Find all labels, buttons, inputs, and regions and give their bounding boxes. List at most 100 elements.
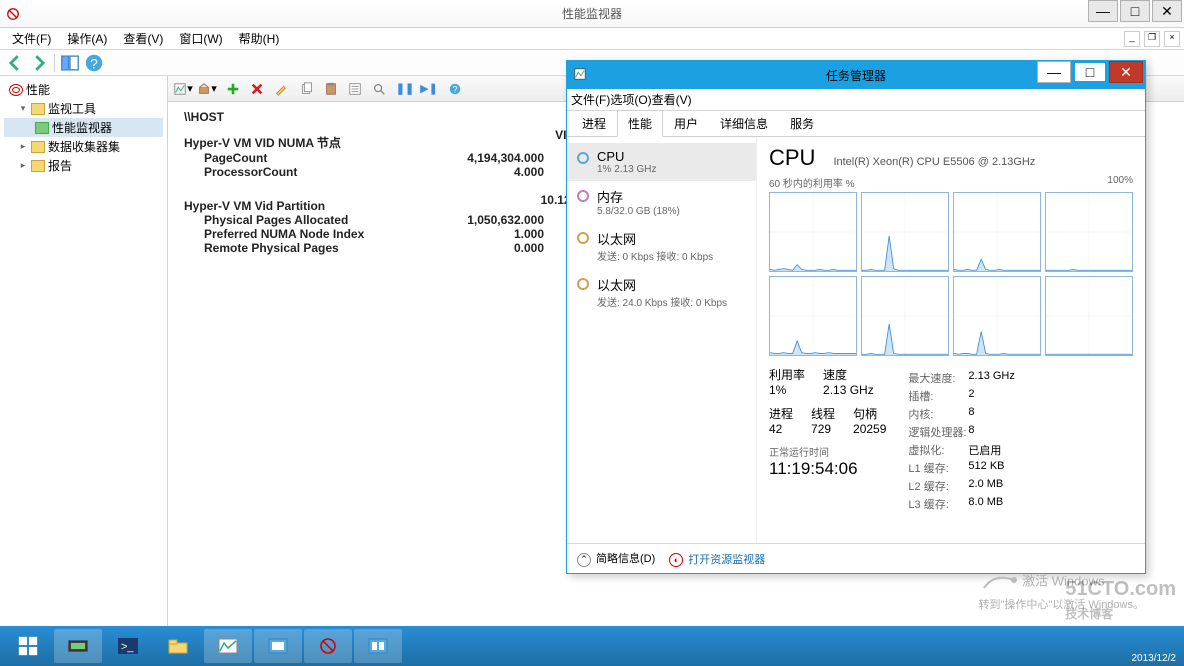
taskbar-clock[interactable]: 2013/12/2 [1132, 653, 1177, 664]
svg-text:?: ? [90, 56, 98, 71]
menu-file[interactable]: 文件(F) [4, 28, 59, 49]
tm-titlebar[interactable]: 任务管理器 — □ ✕ [567, 61, 1145, 89]
tab-services[interactable]: 服务 [779, 110, 825, 137]
cpu-chart-7[interactable] [1045, 276, 1133, 356]
chart-head-left: 60 秒内的利用率 % [769, 175, 855, 190]
add-counter-button[interactable] [222, 78, 244, 100]
mdi-minimize-icon[interactable]: _ [1124, 31, 1140, 47]
svg-text:>_: >_ [121, 641, 134, 653]
tab-processes[interactable]: 进程 [571, 110, 617, 137]
remotepages-value: 0.000 [424, 241, 544, 255]
group2-label: Hyper-V VM Vid Partition [184, 199, 325, 213]
tm-maximize-button[interactable]: □ [1073, 61, 1107, 83]
cpu-chart-2[interactable] [953, 192, 1041, 272]
taskbar-task-manager[interactable] [204, 629, 252, 663]
tree-monitor-tools[interactable]: ▾监视工具 [4, 99, 163, 118]
collapse-icon: ▾ [18, 103, 28, 114]
show-hide-tree-button[interactable] [59, 52, 81, 74]
highlight-button[interactable] [270, 78, 292, 100]
close-button[interactable]: ✕ [1152, 0, 1182, 22]
view-chart-button[interactable]: ▾ [172, 78, 194, 100]
menu-view[interactable]: 查看(V) [115, 28, 171, 49]
taskbar-server-manager[interactable] [54, 629, 102, 663]
update-button[interactable]: ▶❚ [418, 78, 440, 100]
main-title: 性能监视器 [562, 5, 622, 22]
tree-reports[interactable]: ▸报告 [4, 156, 163, 175]
expand-icon: ▸ [18, 160, 28, 171]
help-button[interactable]: ? [444, 78, 466, 100]
folder-icon [31, 160, 45, 172]
memory-ring-icon [577, 190, 589, 202]
taskbar-perfmon[interactable] [304, 629, 352, 663]
taskbar-powershell[interactable]: >_ [104, 629, 152, 663]
sidebar-item-cpu[interactable]: CPU1% 2.13 GHz [567, 143, 756, 181]
tree-root[interactable]: 性能 [4, 80, 163, 99]
threads-label: 线程 [811, 405, 835, 422]
menu-help[interactable]: 帮助(H) [231, 28, 288, 49]
copy-button[interactable] [296, 78, 318, 100]
properties-button[interactable] [344, 78, 366, 100]
cpu-chart-0[interactable] [769, 192, 857, 272]
group1-label: Hyper-V VM VID NUMA 节点 [184, 134, 341, 151]
counter-dropdown-button[interactable]: ▾ [196, 78, 218, 100]
monitor-icon [35, 122, 49, 134]
cpu-chart-3[interactable] [1045, 192, 1133, 272]
threads-value: 729 [811, 422, 835, 436]
tree-data-collectors[interactable]: ▸数据收集器集 [4, 137, 163, 156]
tab-details[interactable]: 详细信息 [709, 110, 779, 137]
app-icon [6, 7, 20, 21]
freeze-button[interactable]: ❚❚ [394, 78, 416, 100]
taskbar-mmc[interactable] [354, 629, 402, 663]
remove-counter-button[interactable] [246, 78, 268, 100]
mdi-restore-icon[interactable]: ❐ [1144, 31, 1160, 47]
tm-menu-view[interactable]: 查看(V) [652, 91, 692, 108]
cpu-charts-grid [769, 192, 1133, 356]
start-button[interactable] [4, 629, 52, 663]
tm-title: 任务管理器 [826, 67, 886, 84]
tm-menu-options[interactable]: 选项(O) [610, 91, 651, 108]
handles-value: 20259 [853, 422, 886, 436]
taskbar-explorer[interactable] [154, 629, 202, 663]
sidebar-item-ethernet-2[interactable]: 以太网发送: 24.0 Kbps 接收: 0 Kbps [567, 269, 756, 315]
mdi-close-icon[interactable]: × [1164, 31, 1180, 47]
tree-perf-monitor[interactable]: 性能监视器 [4, 118, 163, 137]
brief-toggle[interactable]: ⌃简略信息(D) [577, 550, 655, 567]
speed-label: 速度 [823, 366, 874, 383]
paste-button[interactable] [320, 78, 342, 100]
proc-value: 42 [769, 422, 793, 436]
maximize-button[interactable]: □ [1120, 0, 1150, 22]
taskbar-hyperv[interactable] [254, 629, 302, 663]
expand-icon: ▸ [18, 141, 28, 152]
proccount-label: ProcessorCount [184, 165, 424, 179]
svg-text:?: ? [453, 84, 458, 94]
menu-action[interactable]: 操作(A) [59, 28, 115, 49]
tm-menu-file[interactable]: 文件(F) [571, 91, 610, 108]
minimize-button[interactable]: — [1088, 0, 1118, 22]
pagecount-label: PageCount [184, 151, 424, 165]
ethernet-ring-icon [577, 278, 589, 290]
tm-close-button[interactable]: ✕ [1109, 61, 1143, 83]
back-button[interactable] [4, 52, 26, 74]
util-label: 利用率 [769, 366, 805, 383]
cpu-chart-4[interactable] [769, 276, 857, 356]
zoom-button[interactable] [368, 78, 390, 100]
help-button[interactable]: ? [83, 52, 105, 74]
cpu-chart-5[interactable] [861, 276, 949, 356]
uptime-value: 11:19:54:06 [769, 459, 886, 479]
physpages-label: Physical Pages Allocated [184, 213, 424, 227]
sidebar-item-memory[interactable]: 内存5.8/32.0 GB (18%) [567, 181, 756, 223]
menu-window[interactable]: 窗口(W) [171, 28, 230, 49]
ethernet-ring-icon [577, 232, 589, 244]
forward-button[interactable] [28, 52, 50, 74]
cpu-chart-1[interactable] [861, 192, 949, 272]
tab-performance[interactable]: 性能 [617, 110, 663, 137]
cpu-chart-6[interactable] [953, 276, 1041, 356]
open-resmon-link[interactable]: ◐打开资源监视器 [669, 551, 765, 567]
tm-minimize-button[interactable]: — [1037, 61, 1071, 83]
numaidx-value: 1.000 [424, 227, 544, 241]
physpages-value: 1,050,632.000 [424, 213, 544, 227]
sidebar-item-ethernet-1[interactable]: 以太网发送: 0 Kbps 接收: 0 Kbps [567, 223, 756, 269]
numaidx-label: Preferred NUMA Node Index [184, 227, 424, 241]
main-menubar: 文件(F) 操作(A) 查看(V) 窗口(W) 帮助(H) _ ❐ × [0, 28, 1184, 50]
tab-users[interactable]: 用户 [663, 110, 709, 137]
